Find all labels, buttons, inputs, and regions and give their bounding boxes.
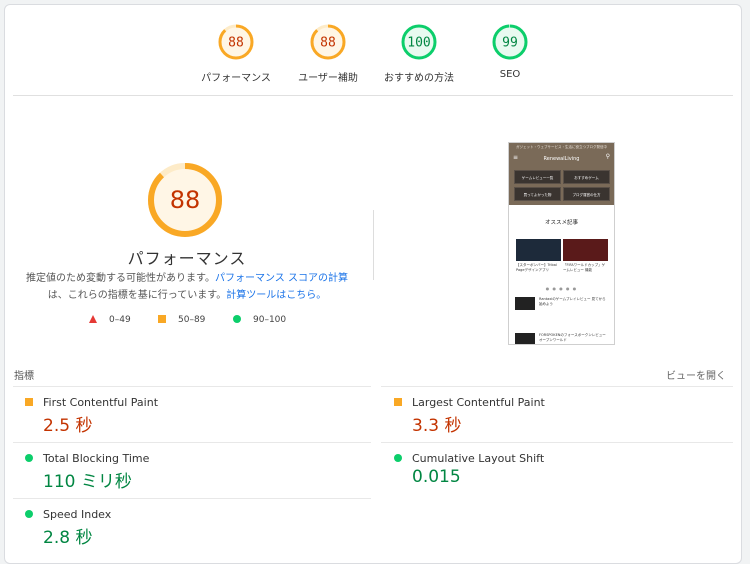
performance-score-gauge: 88 <box>148 163 222 237</box>
square-icon <box>158 315 166 323</box>
row-thumbnail <box>515 297 535 310</box>
square-icon <box>25 398 33 406</box>
screenshot-thumbnail <box>563 239 608 261</box>
metric-name: Cumulative Layout Shift <box>412 452 545 465</box>
report-card: 88 パフォーマンス 88 ユーザー補助 100 おすすめの方法 99 SEO … <box>4 4 742 564</box>
gauge-ring: 99 <box>492 24 528 60</box>
screenshot-button: おすすめゲーム <box>563 170 610 184</box>
triangle-icon <box>89 315 97 323</box>
metric-value: 110 ミリ秒 <box>43 472 132 492</box>
vertical-divider <box>373 210 374 280</box>
divider <box>13 386 371 387</box>
svg-text:88: 88 <box>228 36 244 51</box>
metric-name: Speed Index <box>43 508 112 521</box>
screenshot-button: 買ってよかった物 <box>514 187 561 201</box>
metric-value: 2.8 秒 <box>43 528 93 548</box>
svg-text:88: 88 <box>170 186 201 214</box>
score-calc-link[interactable]: パフォーマンス スコアの計算 <box>215 273 348 284</box>
legend-pass: 90–100 <box>233 315 286 325</box>
screenshot-tagline: ガジェット・ウェブサービス・生活に役立つブログ発信中 <box>516 145 607 149</box>
screenshot-header: ガジェット・ウェブサービス・生活に役立つブログ発信中 ≡ RenewalLivi… <box>509 143 614 205</box>
divider <box>13 498 371 499</box>
row-thumbnail <box>515 333 535 344</box>
svg-text:100: 100 <box>407 36 430 51</box>
circle-icon <box>25 510 33 518</box>
legend-average-label: 50–89 <box>178 315 206 325</box>
carousel-dots: ● ● ● ● ● <box>545 286 578 291</box>
desc-text: 推定値のため変動する可能性があります。 <box>26 273 215 284</box>
metric-name: Largest Contentful Paint <box>412 396 545 409</box>
circle-icon <box>394 454 402 462</box>
screenshot-row: Rantaxiのゲームプレイレビュー 見てから始めよう <box>515 297 609 311</box>
search-icon: ⚲ <box>605 153 610 160</box>
screenshot-thumbnail <box>516 239 561 261</box>
legend-average: 50–89 <box>158 315 205 325</box>
screenshot-caption: 【スターボンバー】Tribal Pageデザインアプリ <box>516 263 557 272</box>
legend-fail-label: 0–49 <box>109 315 131 325</box>
gauge-seo[interactable]: 99 SEO <box>455 23 565 80</box>
screenshot-section-title: オススメ記事 <box>544 220 578 226</box>
metrics-heading: 指標 <box>14 371 34 382</box>
divider <box>381 442 733 443</box>
metric-value: 2.5 秒 <box>43 416 93 436</box>
calculator-link[interactable]: 計算ツールはこちら。 <box>226 290 326 301</box>
row-text: Rantaxiのゲームプレイレビュー 見てから始めよう <box>539 297 606 306</box>
metric-value: 3.3 秒 <box>412 416 462 436</box>
performance-title: パフォーマンス <box>127 249 247 268</box>
circle-icon <box>233 315 241 323</box>
metric-name: Total Blocking Time <box>43 452 150 465</box>
legend-pass-label: 90–100 <box>253 315 287 325</box>
expand-view-toggle[interactable]: ビューを開く <box>666 367 726 382</box>
row-text: FORSPOKENのフォースポークンレビュー オープンワールド <box>539 333 606 342</box>
screenshot-button: ゲームレビュー一覧 <box>514 170 561 184</box>
circle-icon <box>25 454 33 462</box>
divider <box>381 386 733 387</box>
gauge-label: SEO <box>499 69 521 80</box>
svg-text:88: 88 <box>320 36 336 51</box>
screenshot-button: ブログ運営の仕方 <box>563 187 610 201</box>
screenshot-brand: RenewalLiving <box>543 156 580 162</box>
gauge-ring: 88 <box>310 24 346 60</box>
square-icon <box>394 398 402 406</box>
svg-text:99: 99 <box>502 36 518 51</box>
legend-fail: 0–49 <box>89 315 131 325</box>
desc-text: は、これらの指標を基に行っています。 <box>47 290 227 301</box>
performance-description: 推定値のため変動する可能性があります。パフォーマンス スコアの計算 は、これらの… <box>5 270 369 304</box>
screenshot-caption: 「FIFAワールドカップ」ゲームレビュー 機能 <box>563 263 606 272</box>
divider <box>13 95 733 96</box>
final-screenshot: ガジェット・ウェブサービス・生活に役立つブログ発信中 ≡ RenewalLivi… <box>508 142 615 345</box>
category-gauges: 88 パフォーマンス 88 ユーザー補助 100 おすすめの方法 99 SEO <box>5 23 741 93</box>
gauge-ring: 88 <box>218 24 254 60</box>
screenshot-row: FORSPOKENのフォースポークンレビュー オープンワールド <box>515 333 609 344</box>
metric-value: 0.015 <box>412 467 461 487</box>
divider <box>13 442 371 443</box>
metric-name: First Contentful Paint <box>43 396 159 409</box>
gauge-ring: 100 <box>401 24 437 60</box>
